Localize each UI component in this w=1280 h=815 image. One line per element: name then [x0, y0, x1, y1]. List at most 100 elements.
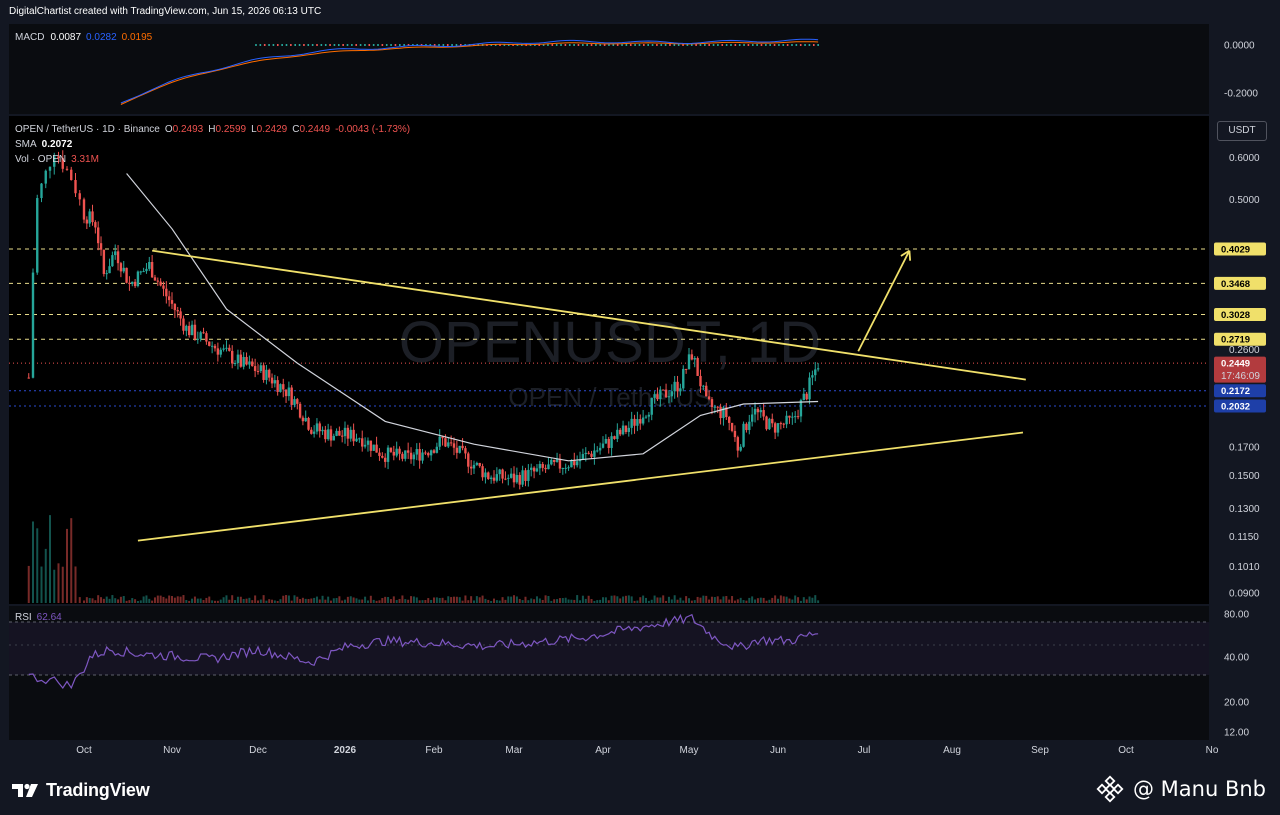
macd-histogram-bar: [355, 44, 358, 46]
candle-body: [128, 282, 131, 284]
volume-bar: [547, 596, 550, 603]
ohlc-h-label: H: [208, 124, 215, 135]
volume-bar: [372, 599, 375, 603]
price-badge-text-4: 0.2449: [1221, 359, 1250, 370]
candle-body: [627, 427, 630, 432]
candle-body: [85, 219, 89, 224]
volume-bar: [696, 596, 699, 603]
candle-body: [170, 300, 174, 304]
candle-body: [125, 267, 128, 283]
macd-histogram-bar: [769, 44, 771, 46]
vol-label: Vol · OPEN: [15, 154, 66, 165]
candle-body: [584, 452, 587, 455]
volume-bar: [299, 599, 302, 603]
ohlc-c-label: C: [292, 124, 299, 135]
volume-bar: [122, 596, 125, 603]
candle-body: [383, 457, 387, 462]
candle-body: [484, 472, 487, 478]
time-tick-8: Jun: [770, 745, 786, 756]
candle-body: [88, 211, 91, 224]
volume-bar: [216, 600, 219, 603]
volume-bar: [315, 596, 318, 603]
candle-body: [469, 466, 473, 469]
candle-body: [492, 477, 496, 481]
volume-bar: [307, 599, 310, 603]
rsi-header[interactable]: RSI 62.64: [15, 612, 62, 623]
tradingview-logo[interactable]: TradingView: [12, 778, 150, 802]
macd-histogram-bar: [804, 44, 806, 46]
volume-bar: [518, 598, 521, 603]
ohlc-open: 0.2493: [173, 124, 204, 135]
volume-bar: [495, 600, 498, 603]
volume-bar: [490, 600, 493, 603]
volume-bar: [245, 598, 248, 603]
macd-histogram-bar: [294, 44, 297, 46]
volume-bar: [119, 596, 122, 603]
ohlc-low: 0.2429: [257, 124, 288, 135]
volume-bar: [378, 600, 381, 603]
candle-body: [756, 408, 760, 413]
macd-histogram-bar: [364, 44, 366, 46]
volume-bar: [257, 600, 259, 603]
source-attribution: DigitalChartist created with TradingView…: [9, 6, 322, 17]
candle-body: [301, 417, 305, 422]
candle-body: [598, 447, 602, 451]
candle-body: [369, 440, 373, 451]
candle-body: [707, 396, 711, 400]
volume-bar: [349, 596, 352, 603]
macd-histogram-bar: [346, 44, 349, 46]
volume-bar: [504, 599, 507, 603]
candle-body: [713, 406, 717, 408]
candle-body: [44, 170, 47, 184]
volume-bar: [332, 598, 335, 603]
volume-bar: [464, 595, 467, 603]
candle-body: [242, 356, 245, 367]
candle-body: [739, 446, 742, 451]
macd-histogram-bar: [634, 44, 636, 46]
macd-histogram-bar: [669, 44, 671, 46]
macd-histogram-bar: [272, 44, 275, 46]
volume-bar: [759, 597, 762, 603]
candle-body: [805, 393, 808, 400]
volume-bar: [656, 597, 659, 603]
volume-bar: [731, 596, 734, 603]
macd-histogram-bar: [625, 44, 628, 46]
volume-bar: [262, 595, 265, 603]
macd-histogram-bar: [359, 44, 362, 46]
candle-body: [412, 454, 416, 460]
macd-histogram-bar: [795, 44, 798, 46]
currency-button[interactable]: USDT: [1217, 121, 1267, 141]
volume-bar: [78, 597, 81, 603]
candle-body: [495, 474, 499, 481]
volume-bar: [797, 597, 800, 603]
candle-body: [332, 435, 335, 441]
volume-bar: [182, 595, 185, 603]
macd-histogram-bar: [555, 44, 558, 46]
candle-body: [287, 387, 291, 397]
candle-body: [765, 416, 768, 430]
volume-bar: [455, 596, 458, 603]
price-tick-1: 0.5000: [1229, 195, 1260, 206]
sma-value: 0.2072: [42, 139, 73, 150]
candle-body: [94, 222, 97, 228]
time-tick-10: Aug: [943, 745, 961, 756]
volume-bar: [389, 599, 392, 603]
candle-body: [604, 438, 608, 444]
price-badge-text-0: 0.4029: [1221, 245, 1250, 256]
macd-histogram-bar: [263, 44, 266, 46]
volume-bar: [676, 599, 679, 603]
price-tick-8: 0.0900: [1229, 588, 1260, 599]
macd-histogram-bar: [320, 44, 323, 46]
volume-bar: [722, 596, 725, 603]
trading-chart[interactable]: OPENUSDT, 1D OPEN / TetherUS MACD 0.0087 0…: [0, 0, 1280, 815]
volume-bar: [754, 599, 757, 603]
macd-histogram-bar: [712, 44, 715, 46]
candle-body: [386, 447, 390, 462]
candle-body: [321, 429, 324, 432]
candle-body: [346, 427, 350, 439]
candle-body: [791, 416, 794, 418]
candle-body: [74, 180, 77, 194]
candle-body: [487, 472, 490, 479]
candle-body: [461, 445, 464, 449]
volume-bar: [44, 548, 47, 603]
